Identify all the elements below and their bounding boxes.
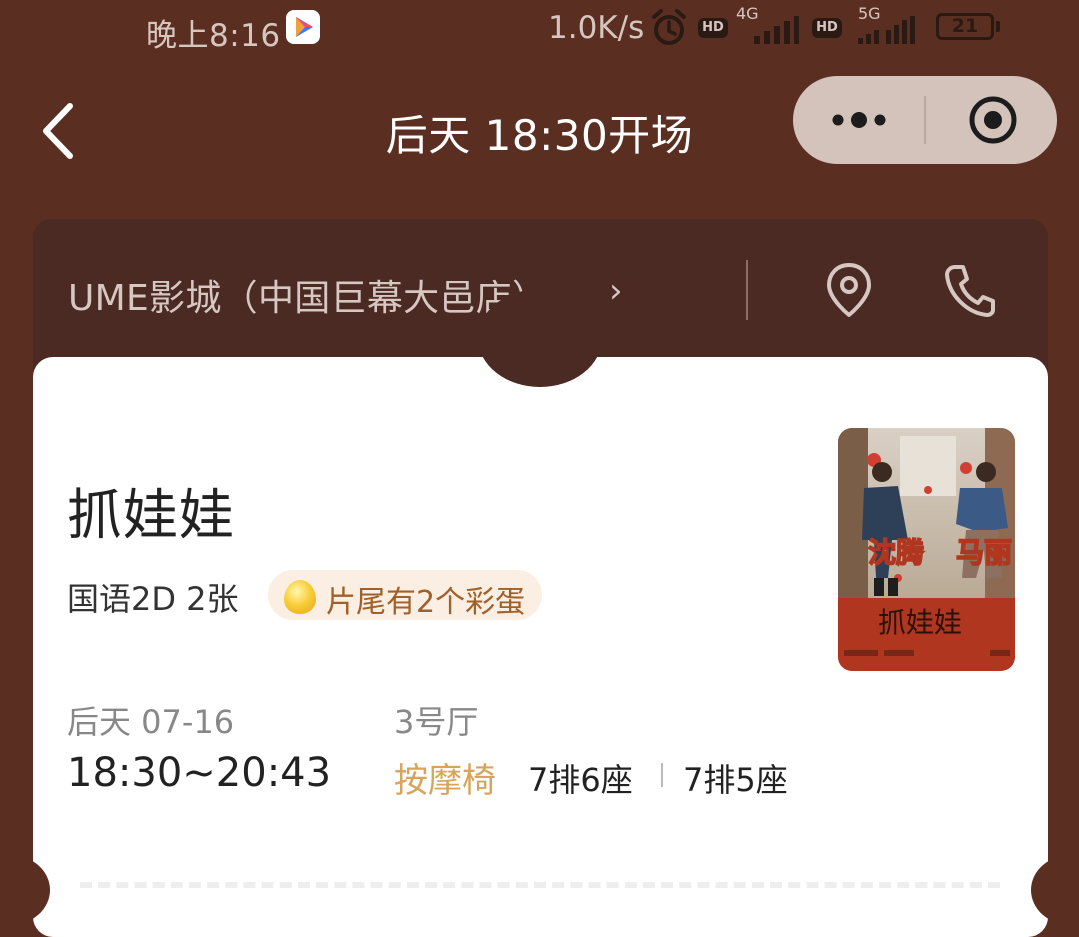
net-speed: 1.0K/s <box>548 10 645 46</box>
hall-number: 3号厅 <box>394 703 479 741</box>
easter-egg-badge: 片尾有2个彩蛋 <box>268 570 542 620</box>
location-pin-icon[interactable] <box>823 261 875 321</box>
phone-icon[interactable] <box>943 263 995 319</box>
battery-tip <box>996 21 1000 32</box>
chevron-right-icon[interactable]: › <box>609 271 623 311</box>
egg-icon <box>284 580 316 614</box>
seat-label: 7排5座 <box>683 761 788 799</box>
movie-format: 国语2D 2张 <box>67 580 239 618</box>
target-close-icon <box>969 96 1017 144</box>
more-button[interactable] <box>793 76 925 164</box>
poster-actor-1: 沈腾 <box>868 536 925 569</box>
mini-program-capsule <box>793 76 1057 164</box>
status-bar: 晚上8:16 1.0K/s HD 4G HD 5G 21 <box>0 0 1079 56</box>
hd-badge: HD <box>698 18 728 38</box>
seat-separator <box>661 763 663 787</box>
status-time: 晚上8:16 <box>146 18 281 54</box>
poster-actor-2: 马丽 <box>956 536 1012 569</box>
show-date: 后天 07-16 <box>67 703 235 741</box>
seat-label: 7排6座 <box>528 761 633 799</box>
app-store-icon <box>286 10 320 44</box>
alarm-icon <box>652 9 686 45</box>
ticket-perforation <box>80 882 1000 894</box>
signal-icon <box>754 16 799 44</box>
battery-indicator: 21 <box>936 13 994 40</box>
movie-poster[interactable]: 沈腾 马丽 抓娃娃 <box>838 428 1015 671</box>
poster-title: 抓娃娃 <box>878 606 962 639</box>
more-dots-icon <box>832 112 886 128</box>
cinema-name-link[interactable]: UME影城（中国巨幕大邑店） <box>68 269 548 321</box>
show-time-range: 18:30~20:43 <box>67 750 332 796</box>
movie-title: 抓娃娃 <box>67 483 236 547</box>
divider <box>746 260 748 320</box>
signal-icon <box>858 16 915 44</box>
close-mini-program-button[interactable] <box>926 76 1057 164</box>
seat-type: 按摩椅 <box>394 761 496 801</box>
hd-badge: HD <box>812 18 842 38</box>
easter-egg-text: 片尾有2个彩蛋 <box>326 585 526 620</box>
ticket-notch <box>478 289 602 387</box>
